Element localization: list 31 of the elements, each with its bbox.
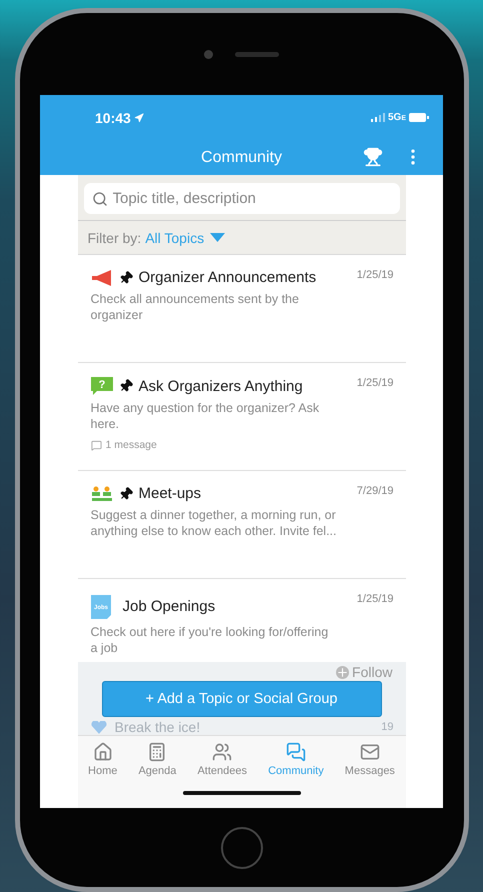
filter-dropdown[interactable]: All Topics: [145, 230, 226, 246]
tab-item[interactable]: Agenda: [138, 742, 176, 777]
topic-date: 7/29/19: [356, 485, 394, 497]
tab-item[interactable]: Community: [268, 742, 324, 777]
topic-description: Suggest a dinner together, a morning run, or anything else to know each other. Invite fel...: [90, 507, 336, 539]
add-topic-button[interactable]: + Add a Topic or Social Group: [102, 681, 382, 717]
topic-row[interactable]: Organizer Announcements 1/25/19 Check all announcements sent by the organizer: [78, 255, 406, 363]
topic-description: Check all announcements sent by the organizer: [90, 291, 300, 323]
topic-description: Have any question for the organizer? Ask here.: [90, 400, 320, 432]
topic-date: 1/25/19: [356, 593, 394, 605]
topic-title: Meet-ups: [138, 485, 202, 502]
topic-description: Check out here if you're looking for/offering a job: [90, 624, 330, 656]
message-count: 1 message: [106, 439, 157, 451]
tab-item[interactable]: Attendees: [197, 742, 248, 777]
question-bubble-icon: ?: [90, 377, 112, 395]
topic-date: 1/25/19: [356, 269, 394, 281]
topic-title: Break the ice!: [114, 719, 202, 735]
follow-button[interactable]: Follow: [336, 664, 392, 680]
topic-row[interactable]: ? Ask Organizers Anything 1/25/19 Have any question for the organizer? Ask here. 1 message: [78, 363, 406, 471]
tab-item[interactable]: Home: [88, 742, 118, 777]
screen-title: Community: [201, 148, 282, 166]
topic-title: Job Openings: [122, 598, 216, 614]
filter-label: Filter by:: [88, 230, 142, 246]
topic-title: Organizer Announcements: [138, 269, 318, 286]
topic-date: 1/25/19: [356, 377, 394, 389]
topic-row[interactable]: Meet-ups 7/29/19 Suggest a dinner together, a morning run, or anything else to know each other. Invite fel...: [78, 471, 406, 579]
tab-item[interactable]: Messages: [344, 742, 395, 777]
topic-date: 19: [381, 721, 394, 733]
status-time: 10:43: [95, 110, 144, 126]
search-field[interactable]: Topic title, description: [84, 183, 400, 214]
topic-title: Ask Organizers Anything: [138, 378, 304, 394]
